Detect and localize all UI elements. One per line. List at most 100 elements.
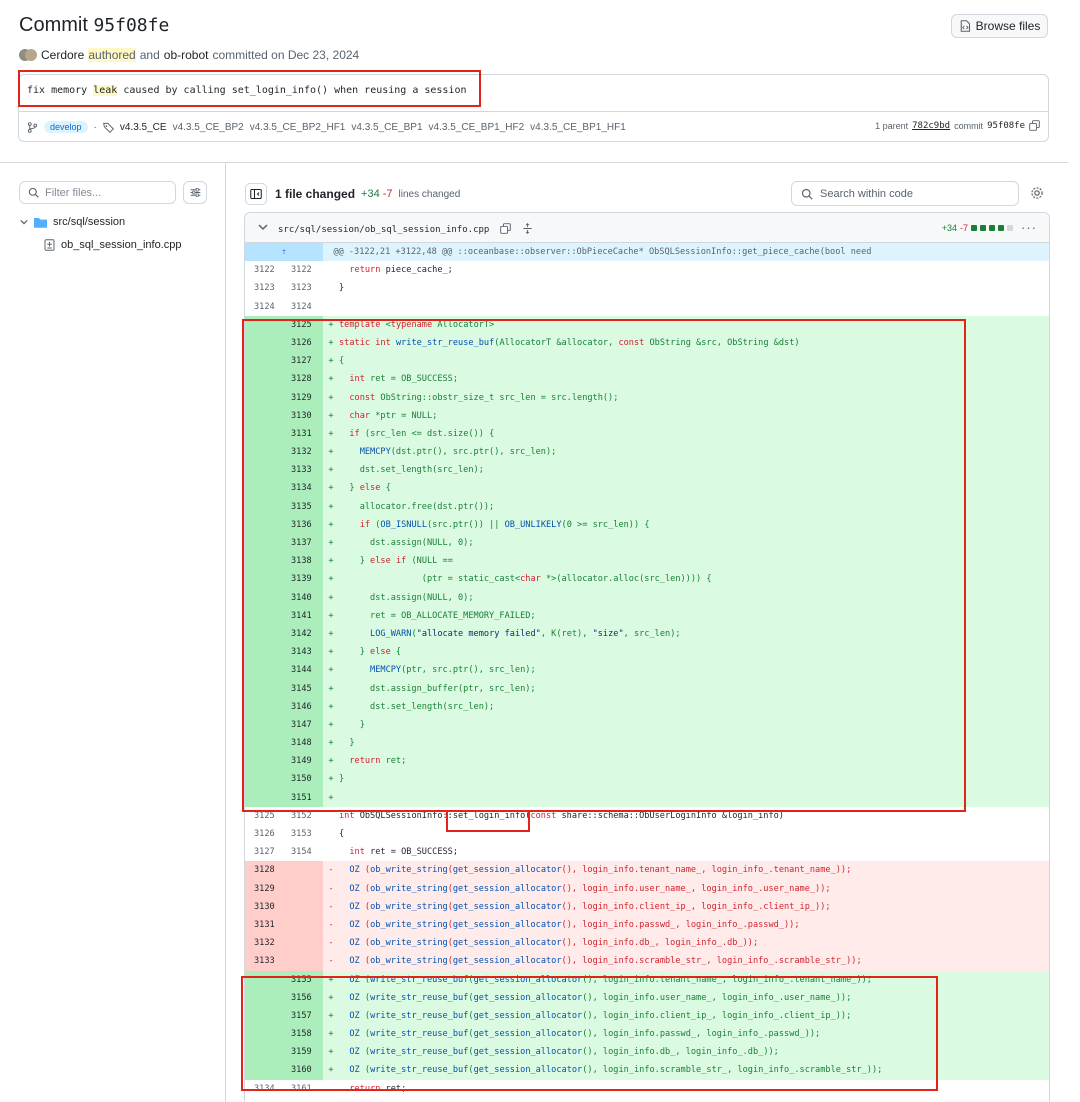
old-line-number[interactable]	[245, 770, 283, 789]
new-line-number[interactable]: 3123	[283, 279, 323, 298]
new-line-number[interactable]: 3127	[283, 352, 323, 371]
old-line-number[interactable]	[245, 970, 283, 989]
old-line-number[interactable]	[245, 552, 283, 571]
gear-icon[interactable]	[1030, 186, 1044, 200]
new-line-number[interactable]: 3129	[283, 388, 323, 407]
old-line-number[interactable]	[245, 515, 283, 534]
new-line-number[interactable]	[283, 915, 323, 935]
old-line-number[interactable]	[245, 443, 283, 462]
new-line-number[interactable]: 3156	[283, 988, 323, 1007]
new-line-number[interactable]: 3139	[283, 570, 323, 589]
old-line-number[interactable]	[245, 315, 283, 334]
new-line-number[interactable]: 3126	[283, 333, 323, 353]
old-line-number[interactable]: 3130	[245, 897, 283, 916]
tag-link[interactable]: v4.3.5_CE_BP2_HF1	[250, 122, 346, 133]
new-line-number[interactable]: 3140	[283, 588, 323, 607]
new-line-number[interactable]: 3138	[283, 552, 323, 571]
new-line-number[interactable]: 3130	[283, 406, 323, 425]
new-line-number[interactable]: 3148	[283, 734, 323, 753]
old-line-number[interactable]	[245, 570, 283, 589]
new-line-number[interactable]: 3125	[283, 315, 323, 334]
new-line-number[interactable]: 3153	[283, 825, 323, 844]
old-line-number[interactable]: 3127	[245, 843, 283, 862]
old-line-number[interactable]	[245, 588, 283, 607]
old-line-number[interactable]	[245, 1006, 283, 1026]
new-line-number[interactable]: 3146	[283, 697, 323, 716]
old-line-number[interactable]	[245, 988, 283, 1007]
new-line-number[interactable]: 3161	[283, 1079, 323, 1098]
old-line-number[interactable]	[245, 606, 283, 625]
new-line-number[interactable]: 3135	[283, 497, 323, 516]
copy-icon[interactable]	[499, 223, 511, 234]
filter-options-button[interactable]	[183, 181, 207, 204]
old-line-number[interactable]	[245, 734, 283, 753]
new-line-number[interactable]: 3128	[283, 370, 323, 389]
new-line-number[interactable]: 3155	[283, 970, 323, 989]
old-line-number[interactable]	[245, 534, 283, 553]
author-link[interactable]: Cerdore	[41, 48, 84, 62]
old-line-number[interactable]: 3134	[245, 1079, 283, 1098]
new-line-number[interactable]: 3137	[283, 534, 323, 553]
old-line-number[interactable]	[245, 788, 283, 807]
old-line-number[interactable]	[245, 333, 283, 353]
old-line-number[interactable]	[245, 643, 283, 662]
new-line-number[interactable]: 3154	[283, 843, 323, 862]
filter-files-input[interactable]: Filter files...	[19, 181, 176, 204]
tree-file[interactable]: ob_sql_session_info.cpp	[44, 239, 181, 251]
old-line-number[interactable]: 3131	[245, 915, 283, 935]
expand-icon[interactable]	[522, 223, 533, 234]
new-line-number[interactable]: 3160	[283, 1061, 323, 1080]
new-line-number[interactable]: 3159	[283, 1043, 323, 1062]
tag-link[interactable]: v4.3.5_CE	[120, 122, 167, 133]
old-line-number[interactable]: 3133	[245, 952, 283, 971]
new-line-number[interactable]: 3144	[283, 661, 323, 680]
search-code-input[interactable]: Search within code	[791, 181, 1019, 206]
new-line-number[interactable]	[283, 934, 323, 953]
new-line-number[interactable]: 3157	[283, 1006, 323, 1026]
new-line-number[interactable]: 3152	[283, 806, 323, 825]
tree-folder[interactable]: src/sql/session	[20, 216, 125, 228]
new-line-number[interactable]: 3147	[283, 715, 323, 735]
old-line-number[interactable]	[245, 1043, 283, 1062]
old-line-number[interactable]: 3125	[245, 806, 283, 825]
old-line-number[interactable]	[245, 697, 283, 716]
new-line-number[interactable]: 3141	[283, 606, 323, 625]
old-line-number[interactable]	[245, 679, 283, 698]
new-line-number[interactable]: 3158	[283, 1025, 323, 1044]
new-line-number[interactable]: 3145	[283, 679, 323, 698]
old-line-number[interactable]: 3124	[245, 297, 283, 316]
new-line-number[interactable]	[283, 952, 323, 971]
old-line-number[interactable]	[245, 1025, 283, 1044]
old-line-number[interactable]	[245, 370, 283, 389]
old-line-number[interactable]	[245, 479, 283, 498]
avatar[interactable]	[19, 48, 37, 62]
new-line-number[interactable]: 3132	[283, 443, 323, 462]
new-line-number[interactable]: 3151	[283, 788, 323, 807]
new-line-number[interactable]	[283, 879, 323, 898]
new-line-number[interactable]: 3136	[283, 515, 323, 534]
more-options-icon[interactable]: ···	[1021, 220, 1037, 235]
new-line-number[interactable]: 3122	[283, 261, 323, 280]
committer-link[interactable]: ob-robot	[164, 48, 209, 62]
new-line-number[interactable]	[283, 897, 323, 916]
copy-icon[interactable]	[1029, 120, 1040, 131]
old-line-number[interactable]: 3122	[245, 261, 283, 280]
old-line-number[interactable]: 3126	[245, 825, 283, 844]
old-line-number[interactable]: 3129	[245, 879, 283, 898]
branch-pill[interactable]: develop	[44, 121, 88, 133]
chevron-down-icon[interactable]	[258, 222, 268, 232]
tag-link[interactable]: v4.3.5_CE_BP1_HF2	[429, 122, 525, 133]
tag-link[interactable]: v4.3.5_CE_BP1	[351, 122, 422, 133]
new-line-number[interactable]: 3134	[283, 479, 323, 498]
parent-sha-link[interactable]: 782c9bd	[912, 121, 950, 131]
new-line-number[interactable]	[283, 861, 323, 880]
tag-link[interactable]: v4.3.5_CE_BP1_HF1	[530, 122, 626, 133]
new-line-number[interactable]: 3133	[283, 461, 323, 480]
old-line-number[interactable]	[245, 388, 283, 407]
old-line-number[interactable]: 3123	[245, 279, 283, 298]
new-line-number[interactable]: 3142	[283, 624, 323, 644]
file-path-text[interactable]: src/sql/session/ob_sql_session_info.cpp	[278, 225, 489, 235]
new-line-number[interactable]: 3143	[283, 643, 323, 662]
new-line-number[interactable]: 3149	[283, 752, 323, 771]
new-line-number[interactable]: 3131	[283, 424, 323, 444]
